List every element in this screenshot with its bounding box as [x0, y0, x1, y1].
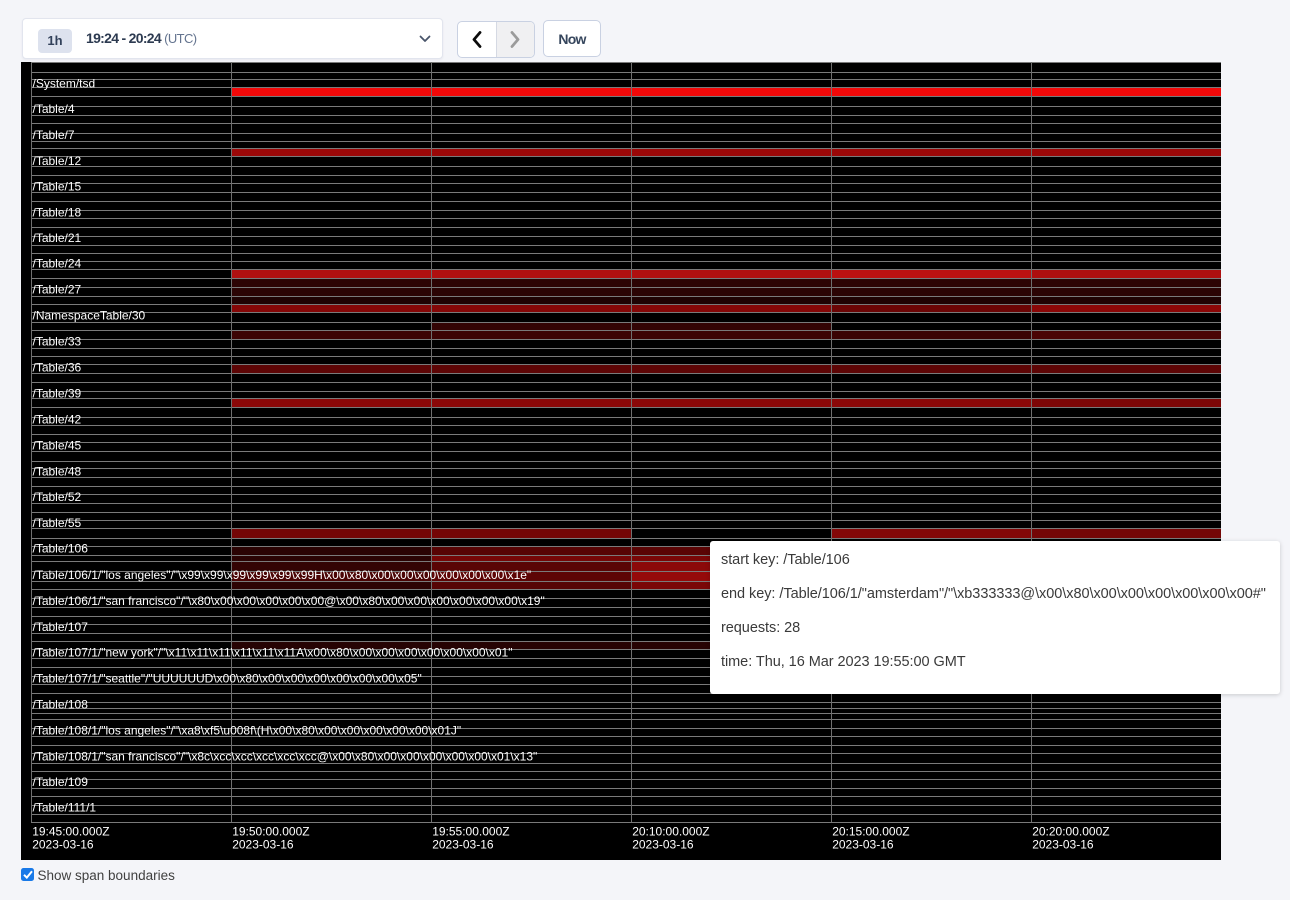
svg-text:19:50:00.000Z: 19:50:00.000Z [232, 825, 309, 839]
svg-text:/Table/108/1/"san francisco"/": /Table/108/1/"san francisco"/"\x8c\xcc\x… [33, 750, 538, 764]
svg-text:/Table/7: /Table/7 [33, 128, 75, 142]
svg-text:/Table/45: /Table/45 [33, 439, 82, 453]
svg-text:19:45:00.000Z: 19:45:00.000Z [32, 825, 109, 839]
svg-text:/Table/15: /Table/15 [33, 180, 82, 194]
svg-text:2023-03-16: 2023-03-16 [432, 838, 494, 852]
svg-text:/NamespaceTable/30: /NamespaceTable/30 [33, 309, 146, 323]
svg-text:/Table/109: /Table/109 [33, 775, 89, 789]
svg-text:/Table/111/1: /Table/111/1 [33, 801, 97, 815]
svg-text:/Table/108: /Table/108 [33, 698, 89, 712]
svg-text:2023-03-16: 2023-03-16 [1032, 838, 1094, 852]
svg-text:/Table/48: /Table/48 [33, 465, 82, 479]
svg-text:/Table/108/1/"los angeles"/"\x: /Table/108/1/"los angeles"/"\xa8\xf5\u00… [33, 724, 462, 738]
svg-text:/Table/55: /Table/55 [33, 516, 82, 530]
svg-text:/Table/106/1/"san francisco"/": /Table/106/1/"san francisco"/"\x80\x00\x… [33, 594, 545, 608]
svg-text:/Table/18: /Table/18 [33, 205, 82, 219]
svg-text:/Table/106/1/"los angeles"/"\x: /Table/106/1/"los angeles"/"\x99\x99\x99… [33, 568, 532, 582]
svg-text:/Table/107/1/"new york"/"\x11\: /Table/107/1/"new york"/"\x11\x11\x11\x1… [33, 646, 513, 660]
svg-text:/Table/21: /Table/21 [33, 231, 82, 245]
svg-text:/Table/12: /Table/12 [33, 154, 82, 168]
svg-text:2023-03-16: 2023-03-16 [632, 838, 694, 852]
svg-text:/Table/4: /Table/4 [33, 102, 75, 116]
svg-text:/Table/52: /Table/52 [33, 490, 82, 504]
svg-text:20:15:00.000Z: 20:15:00.000Z [832, 825, 909, 839]
svg-text:/Table/106: /Table/106 [33, 542, 89, 556]
svg-text:2023-03-16: 2023-03-16 [832, 838, 894, 852]
svg-text:/Table/42: /Table/42 [33, 412, 82, 426]
svg-text:/Table/39: /Table/39 [33, 386, 82, 400]
svg-text:/Table/27: /Table/27 [33, 283, 82, 297]
svg-text:/Table/36: /Table/36 [33, 361, 82, 375]
svg-text:19:55:00.000Z: 19:55:00.000Z [432, 825, 509, 839]
svg-text:/Table/33: /Table/33 [33, 335, 82, 349]
svg-text:20:20:00.000Z: 20:20:00.000Z [1032, 825, 1109, 839]
svg-text:/Table/107/1/"seattle"/"UUUUUU: /Table/107/1/"seattle"/"UUUUUUD\x00\x80\… [33, 672, 422, 686]
svg-text:2023-03-16: 2023-03-16 [232, 838, 294, 852]
svg-text:/Table/24: /Table/24 [33, 257, 82, 271]
svg-text:/System/tsd: /System/tsd [33, 76, 96, 90]
svg-text:20:10:00.000Z: 20:10:00.000Z [632, 825, 709, 839]
svg-text:/Table/107: /Table/107 [33, 620, 89, 634]
svg-text:2023-03-16: 2023-03-16 [32, 838, 94, 852]
